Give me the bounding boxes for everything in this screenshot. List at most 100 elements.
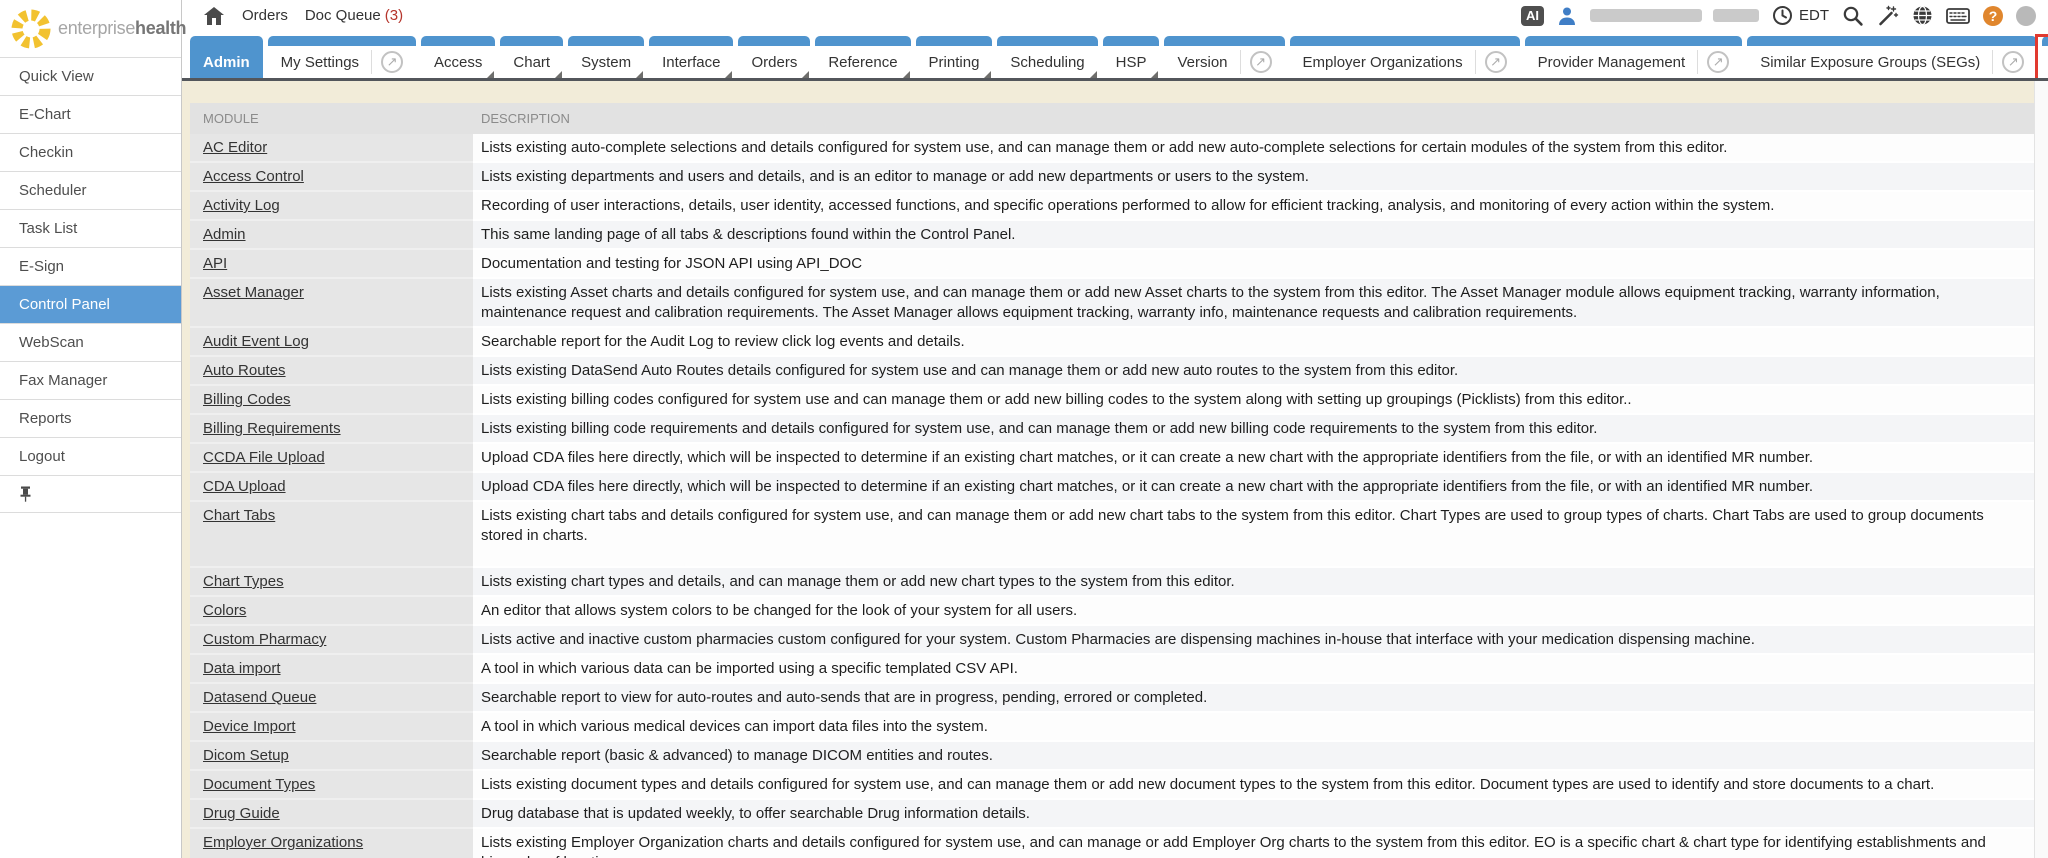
sidebar-item-logout[interactable]: Logout (0, 437, 181, 475)
module-description: A tool in which various medical devices … (473, 713, 2034, 742)
vertical-scrollbar[interactable] (2034, 81, 2048, 858)
module-link[interactable]: Employer Organizations (203, 834, 363, 851)
tab-system[interactable]: System (568, 36, 644, 78)
module-link[interactable]: Billing Requirements (203, 420, 341, 437)
external-link-icon[interactable]: ↗ (2002, 51, 2024, 73)
module-link[interactable]: CDA Upload (203, 478, 286, 495)
tab-chart[interactable]: Chart (500, 36, 563, 78)
external-link-icon[interactable]: ↗ (1485, 51, 1507, 73)
sidebar-item-fax-manager[interactable]: Fax Manager (0, 361, 181, 399)
tab-cap (1525, 36, 1743, 46)
module-link[interactable]: Auto Routes (203, 362, 286, 379)
search-icon[interactable] (1842, 5, 1864, 27)
tab-label: Provider Management (1538, 54, 1686, 71)
module-link[interactable]: Custom Pharmacy (203, 631, 326, 648)
module-cell: AC Editor (190, 134, 473, 163)
tab-employer-organizations[interactable]: Employer Organizations ↗ (1290, 36, 1520, 78)
sidebar-item-reports[interactable]: Reports (0, 399, 181, 437)
sidebar-item-e-sign[interactable]: E-Sign (0, 247, 181, 285)
tab-interface[interactable]: Interface (649, 36, 733, 78)
module-link[interactable]: Colors (203, 602, 246, 619)
tab-scheduling[interactable]: Scheduling (997, 36, 1097, 78)
tab-provider-management[interactable]: Provider Management ↗ (1525, 36, 1743, 78)
module-cell: Data import (190, 655, 473, 684)
table-row-employer-organizations: Employer Organizations Lists existing Em… (190, 829, 2034, 858)
tab-similar-exposure-groups-segs[interactable]: Similar Exposure Groups (SEGs) ↗ (1747, 36, 2037, 78)
tab-label: Similar Exposure Groups (SEGs) (1760, 54, 1980, 71)
help-icon[interactable]: ? (1983, 6, 2003, 26)
brand-light: enterprise (58, 18, 135, 38)
sidebar-item-scheduler[interactable]: Scheduler (0, 171, 181, 209)
module-link[interactable]: Access Control (203, 168, 304, 185)
module-link[interactable]: Drug Guide (203, 805, 280, 822)
tab-admin[interactable]: Admin (190, 36, 263, 78)
table-row-auto-routes: Auto Routes Lists existing DataSend Auto… (190, 357, 2034, 386)
keyboard-icon[interactable] (1946, 7, 1970, 25)
table-row-datasend-queue: Datasend Queue Searchable report to view… (190, 684, 2034, 713)
external-link-icon[interactable]: ↗ (1707, 51, 1729, 73)
sidebar-item-control-panel[interactable]: Control Panel (0, 285, 181, 323)
tab-hsp[interactable]: HSP (1103, 36, 1160, 78)
module-link[interactable]: Asset Manager (203, 284, 304, 301)
sidebar-item-quick-view[interactable]: Quick View (0, 57, 181, 95)
tab-work-locations[interactable]: Work Locations ↗ (2042, 36, 2048, 78)
module-link[interactable]: Device Import (203, 718, 296, 735)
external-link-icon[interactable]: ↗ (1250, 51, 1272, 73)
module-description: Lists existing auto-complete selections … (473, 134, 2034, 163)
breadcrumb-orders[interactable]: Orders (242, 7, 288, 24)
breadcrumb-doc-queue[interactable]: Doc Queue(3) (305, 7, 403, 24)
module-link[interactable]: Chart Tabs (203, 507, 275, 524)
globe-icon[interactable] (1912, 5, 1933, 26)
module-link[interactable]: Audit Event Log (203, 333, 309, 350)
user-icon[interactable] (1557, 6, 1577, 26)
module-cell: Dicom Setup (190, 742, 473, 771)
tab-orders[interactable]: Orders (738, 36, 810, 78)
module-link[interactable]: Dicom Setup (203, 747, 289, 764)
table-row-device-import: Device Import A tool in which various me… (190, 713, 2034, 742)
sidebar-item-pin[interactable] (0, 475, 181, 513)
module-link[interactable]: Admin (203, 226, 246, 243)
external-link-icon[interactable]: ↗ (381, 51, 403, 73)
module-link[interactable]: Document Types (203, 776, 315, 793)
ai-badge[interactable]: AI (1521, 6, 1544, 26)
module-link[interactable]: Activity Log (203, 197, 280, 214)
home-icon[interactable] (204, 7, 224, 25)
module-cell: Access Control (190, 163, 473, 192)
tab-cap (1290, 36, 1520, 46)
sidebar-item-e-chart[interactable]: E-Chart (0, 95, 181, 133)
sidebar-item-label: Task List (19, 220, 77, 237)
module-link[interactable]: Chart Types (203, 573, 284, 590)
table-row-document-types: Document Types Lists existing document t… (190, 771, 2034, 800)
sidebar-item-webscan[interactable]: WebScan (0, 323, 181, 361)
magic-wand-icon[interactable] (1877, 5, 1899, 27)
clock-icon[interactable] (1772, 5, 1793, 26)
tab-printing[interactable]: Printing (916, 36, 993, 78)
table-row-drug-guide: Drug Guide Drug database that is updated… (190, 800, 2034, 829)
tab-label: Reference (828, 54, 897, 71)
module-link[interactable]: Datasend Queue (203, 689, 316, 706)
module-cell: Billing Requirements (190, 415, 473, 444)
module-description: A tool in which various data can be impo… (473, 655, 2034, 684)
tab-divider (1697, 50, 1698, 74)
redacted-username-short (1713, 9, 1759, 22)
module-link[interactable]: API (203, 255, 227, 272)
table-row-audit-event-log: Audit Event Log Searchable report for th… (190, 328, 2034, 357)
sidebar-item-task-list[interactable]: Task List (0, 209, 181, 247)
module-cell: Colors (190, 597, 473, 626)
tab-label: Interface (662, 54, 720, 71)
tab-my-settings[interactable]: My Settings ↗ (268, 36, 416, 78)
tab-access[interactable]: Access (421, 36, 495, 78)
module-link[interactable]: Data import (203, 660, 281, 677)
module-link[interactable]: AC Editor (203, 139, 267, 156)
module-link[interactable]: Billing Codes (203, 391, 291, 408)
module-description: Searchable report for the Audit Log to r… (473, 328, 2034, 357)
tab-reference[interactable]: Reference (815, 36, 910, 78)
module-description: Lists existing document types and detail… (473, 771, 2034, 800)
tab-version[interactable]: Version ↗ (1164, 36, 1284, 78)
module-link[interactable]: CCDA File Upload (203, 449, 325, 466)
module-cell: Document Types (190, 771, 473, 800)
sidebar-item-checkin[interactable]: Checkin (0, 133, 181, 171)
sidebar-nav: Quick View E-Chart Checkin Scheduler Tas… (0, 57, 181, 513)
module-description: This same landing page of all tabs & des… (473, 221, 2034, 250)
brand-wordmark: enterprisehealth (58, 18, 186, 39)
